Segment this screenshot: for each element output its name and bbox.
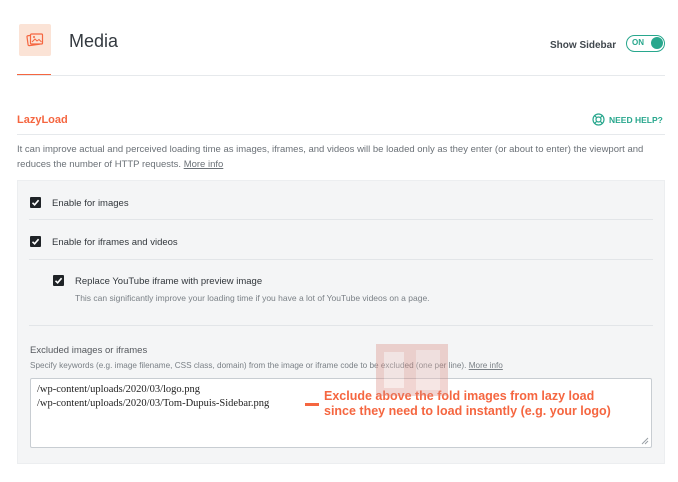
- excluded-description-text: Specify keywords (e.g. image filename, C…: [30, 361, 467, 370]
- toggle-knob: [651, 37, 663, 49]
- show-sidebar-label: Show Sidebar: [550, 40, 617, 51]
- checkmark-icon: [31, 238, 40, 245]
- lifebuoy-icon: [592, 113, 605, 126]
- enable-images-label: Enable for images: [52, 198, 129, 209]
- header-divider: [17, 75, 665, 76]
- excluded-more-info-link[interactable]: More info: [469, 361, 503, 370]
- section-divider: [17, 134, 665, 135]
- excluded-description: Specify keywords (e.g. image filename, C…: [30, 361, 503, 370]
- lazyload-description-text: It can improve actual and perceived load…: [17, 144, 644, 170]
- show-sidebar-toggle[interactable]: ON: [626, 35, 665, 52]
- annotation-dash: [305, 403, 319, 406]
- page-header: Media Show Sidebar ON: [0, 0, 678, 76]
- youtube-preview-description: This can significantly improve your load…: [75, 293, 430, 303]
- option-divider: [29, 259, 653, 260]
- option-divider: [29, 325, 653, 326]
- section-title-lazyload: LazyLoad: [17, 114, 68, 126]
- need-help-label: NEED HELP?: [609, 114, 663, 125]
- youtube-preview-checkbox[interactable]: [53, 275, 64, 286]
- checkmark-icon: [31, 199, 40, 206]
- excluded-title: Excluded images or iframes: [30, 345, 148, 356]
- annotation-text: Exclude above the fold images from lazy …: [324, 389, 611, 419]
- annotation-line: since they need to load instantly (e.g. …: [324, 404, 611, 418]
- toggle-state-label: ON: [632, 38, 644, 47]
- enable-iframes-checkbox[interactable]: [30, 236, 41, 247]
- annotation-line: Exclude above the fold images from lazy …: [324, 389, 595, 403]
- resize-handle-icon[interactable]: [641, 437, 649, 445]
- page-title: Media: [69, 31, 119, 51]
- need-help-link[interactable]: NEED HELP?: [592, 113, 663, 126]
- lazyload-options-panel: Enable for images Enable for iframes and…: [17, 180, 665, 464]
- media-image-icon: [19, 24, 51, 56]
- enable-images-checkbox[interactable]: [30, 197, 41, 208]
- youtube-preview-label: Replace YouTube iframe with preview imag…: [75, 276, 263, 287]
- checkmark-icon: [54, 277, 63, 284]
- lazyload-description: It can improve actual and perceived load…: [17, 142, 665, 172]
- option-divider: [29, 219, 653, 220]
- more-info-link[interactable]: More info: [184, 159, 224, 170]
- annotation-callout: Exclude above the fold images from lazy …: [305, 389, 611, 419]
- enable-iframes-label: Enable for iframes and videos: [52, 237, 178, 248]
